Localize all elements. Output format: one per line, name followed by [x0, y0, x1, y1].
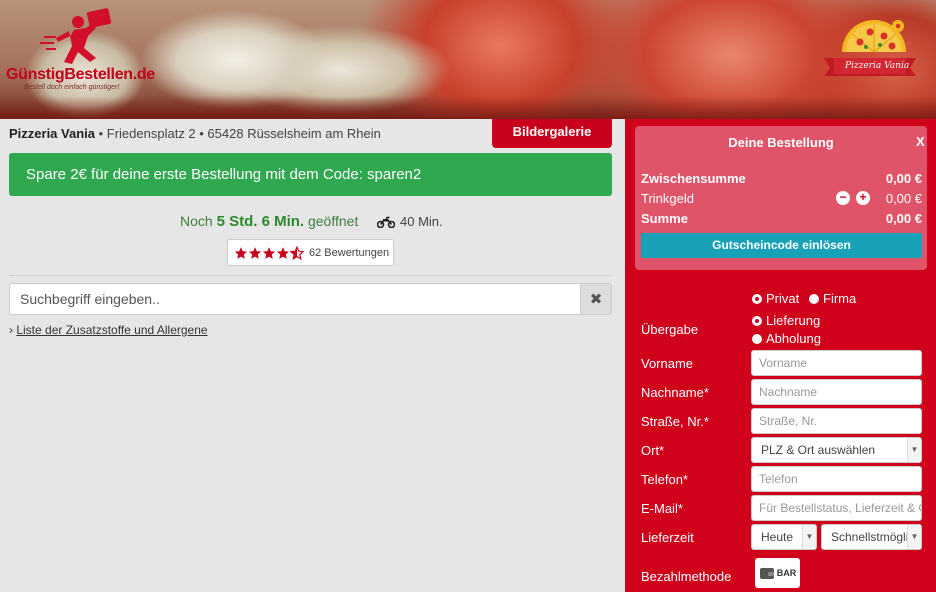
- delivery-day-select[interactable]: Heute ▼: [751, 524, 817, 550]
- header-shade: [0, 96, 936, 119]
- minus-icon[interactable]: −: [836, 191, 850, 205]
- first-name-field[interactable]: [751, 350, 922, 376]
- order-title: Deine Bestellung: [728, 135, 834, 150]
- search-input[interactable]: [9, 283, 581, 315]
- radio-pickup[interactable]: Abholung: [752, 331, 821, 346]
- radio-company-label: Firma: [823, 291, 857, 306]
- logo-tagline: Bestell doch einfach günstiger!: [24, 84, 120, 91]
- radio-delivery-label: Lieferung: [766, 313, 821, 328]
- rating-stars: [234, 245, 304, 260]
- radio-dot-selected: [752, 315, 762, 326]
- restaurant-logo-text: Pizzeria Vania: [845, 61, 910, 71]
- email-label: E-Mail*: [641, 501, 683, 516]
- tip-row: Trinkgeld 0,00 €: [641, 191, 922, 206]
- opening-status: Noch 5 Std. 6 Min. geöffnet: [180, 213, 358, 230]
- payment-cash-label: BAR: [776, 568, 797, 578]
- status-prefix: Noch: [180, 213, 217, 229]
- status-suffix: geöffnet: [304, 213, 359, 229]
- last-name-label: Nachname*: [641, 385, 709, 400]
- gallery-button[interactable]: Bildergalerie: [492, 119, 612, 148]
- star-icon: [276, 246, 290, 259]
- street-label: Straße, Nr.*: [641, 414, 709, 429]
- restaurant-address: • Friedensplatz 2 • 65428 Rüsselsheim am…: [95, 126, 381, 141]
- voucher-button[interactable]: Gutscheincode einlösen: [641, 233, 922, 258]
- phone-field[interactable]: [751, 466, 922, 492]
- handover-label: Übergabe: [641, 322, 699, 337]
- chevron-right-icon: ›: [9, 323, 13, 337]
- allergen-link-label: Liste der Zusatzstoffe und Allergene: [16, 323, 208, 337]
- payment-label: Bezahlmethode: [641, 569, 732, 584]
- chevron-down-icon: ▼: [907, 525, 921, 549]
- street-field[interactable]: [751, 408, 922, 434]
- logo-text: GünstigBestellen.de: [6, 66, 155, 83]
- tip-label: Trinkgeld: [641, 191, 694, 206]
- plus-icon[interactable]: +: [856, 191, 870, 205]
- chevron-down-icon: ▼: [907, 438, 921, 462]
- radio-pickup-label: Abholung: [766, 331, 821, 346]
- close-icon[interactable]: ✖: [580, 283, 612, 315]
- allergen-link[interactable]: › Liste der Zusatzstoffe und Allergene: [9, 323, 208, 337]
- subtotal-label: Zwischensumme: [641, 171, 746, 186]
- city-select[interactable]: PLZ & Ort auswählen ▼: [751, 437, 922, 463]
- radio-dot-selected: [752, 293, 762, 304]
- radio-delivery[interactable]: Lieferung: [752, 313, 820, 328]
- restaurant-name: Pizzeria Vania: [9, 126, 95, 141]
- restaurant-info: Pizzeria Vania • Friedensplatz 2 • 65428…: [9, 126, 381, 141]
- total-row: Summe 0,00 €: [641, 211, 922, 226]
- chevron-down-icon: ▼: [802, 525, 816, 549]
- delivery-time-select[interactable]: Schnellstmöglich ▼: [821, 524, 922, 550]
- delivery-time: 40 Min.: [400, 214, 443, 229]
- tip-value: 0,00 €: [885, 191, 922, 206]
- wallet-icon: [759, 568, 774, 579]
- city-label: Ort*: [641, 443, 665, 458]
- promo-banner: Spare 2€ für deine erste Bestellung mit …: [9, 153, 612, 196]
- email-field[interactable]: [751, 495, 922, 521]
- payment-cash-button[interactable]: BAR: [755, 558, 800, 588]
- radio-dot: [752, 333, 762, 344]
- star-icon: [234, 246, 248, 259]
- delivery-day-value: Heute: [761, 530, 794, 544]
- phone-label: Telefon*: [641, 472, 688, 487]
- last-name-field[interactable]: [751, 379, 922, 405]
- rating-badge[interactable]: 62 Bewertungen: [227, 239, 394, 266]
- rating-count: 62 Bewertungen: [309, 246, 390, 259]
- radio-dot: [809, 293, 819, 304]
- pizza-icon: [824, 20, 916, 76]
- close-order-button[interactable]: X: [916, 134, 925, 149]
- motorcycle-icon: [377, 216, 395, 228]
- tip-controls: − +: [836, 191, 870, 205]
- delivery-time-label: Lieferzeit: [641, 530, 694, 545]
- star-half-icon: [290, 245, 304, 260]
- delivery-time-info: 40 Min.: [377, 214, 443, 229]
- city-select-value: PLZ & Ort auswählen: [761, 443, 876, 457]
- section-divider: [9, 275, 612, 276]
- subtotal-row: Zwischensumme 0,00 €: [641, 171, 922, 186]
- first-name-label: Vorname: [641, 356, 694, 371]
- total-label: Summe: [641, 211, 688, 226]
- star-icon: [262, 246, 276, 259]
- radio-private-label: Privat: [766, 291, 800, 306]
- status-time: 5 Std. 6 Min.: [216, 213, 305, 230]
- total-value: 0,00 €: [885, 211, 922, 226]
- star-icon: [248, 246, 262, 259]
- radio-company[interactable]: Firma: [809, 291, 856, 306]
- radio-private[interactable]: Privat: [752, 291, 799, 306]
- subtotal-value: 0,00 €: [885, 171, 922, 186]
